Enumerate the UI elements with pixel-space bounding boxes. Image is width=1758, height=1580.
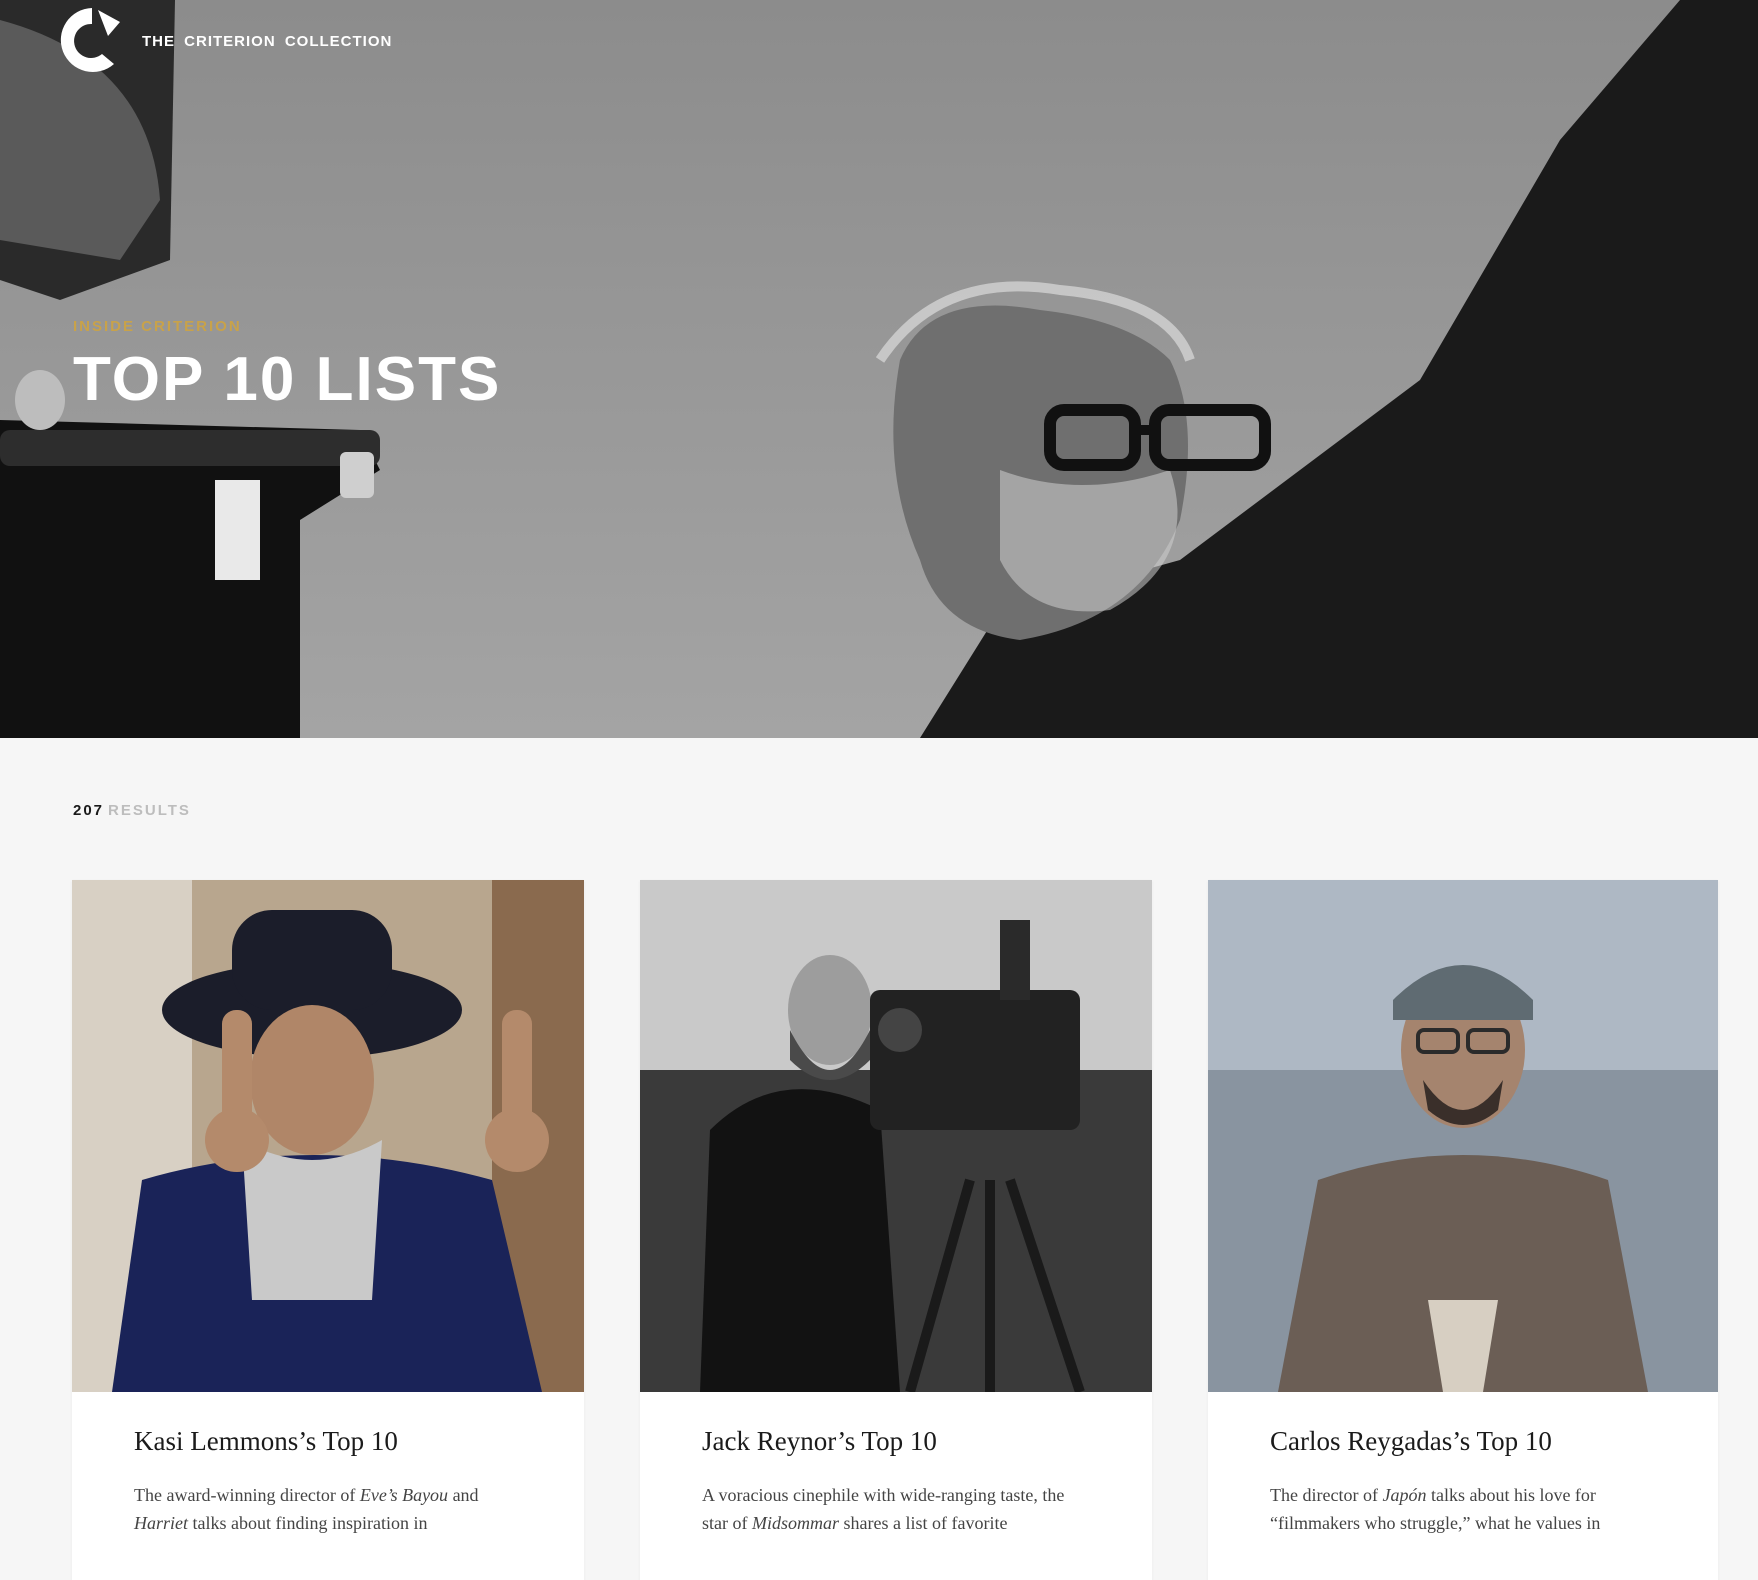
description-text: The director of (1270, 1485, 1383, 1505)
criterion-c-logo-icon (60, 8, 120, 72)
hero-text: INSIDE CRITERION TOP 10 LISTS (73, 318, 501, 411)
brand-logo-link[interactable]: THE CRITERION COLLECTION (54, 0, 392, 80)
page-title: TOP 10 LISTS (73, 345, 502, 414)
card-description: A voracious cinephile with wide-ranging … (702, 1481, 1090, 1537)
hero-eyebrow[interactable]: INSIDE CRITERION (73, 318, 501, 335)
film-title: Midsommar (751, 1513, 839, 1533)
film-title: Japón (1382, 1485, 1427, 1505)
portrait-image (72, 880, 584, 1392)
card-image[interactable] (72, 880, 584, 1392)
results-label: RESULTS (108, 802, 191, 819)
brand-name: THE CRITERION COLLECTION (142, 32, 393, 50)
portrait-image (1208, 880, 1718, 1392)
description-text: The award-winning director of (134, 1485, 360, 1505)
card-image[interactable] (1208, 880, 1718, 1392)
description-text: and (448, 1485, 479, 1505)
card-body: Jack Reynor’s Top 10 A voracious cinephi… (640, 1392, 1152, 1537)
card-body: Carlos Reygadas’s Top 10 The director of… (1208, 1392, 1718, 1537)
card-body: Kasi Lemmons’s Top 10 The award-winning … (72, 1392, 584, 1537)
description-text: shares a list of favorite (839, 1513, 1008, 1533)
hero-banner: THE CRITERION COLLECTION INSIDE CRITERIO… (0, 0, 1758, 738)
results-count: 207 RESULTS (73, 802, 191, 819)
film-title: Harriet (134, 1513, 188, 1533)
card-title[interactable]: Carlos Reygadas’s Top 10 (1270, 1426, 1656, 1457)
description-text: talks about finding inspiration in (188, 1513, 428, 1533)
list-card[interactable]: Carlos Reygadas’s Top 10 The director of… (1208, 880, 1718, 1580)
film-title: Eve’s Bayou (359, 1485, 449, 1505)
list-card[interactable]: Jack Reynor’s Top 10 A voracious cinephi… (640, 880, 1152, 1580)
card-title[interactable]: Kasi Lemmons’s Top 10 (134, 1426, 522, 1457)
list-card[interactable]: Kasi Lemmons’s Top 10 The award-winning … (72, 880, 584, 1580)
portrait-image (640, 880, 1152, 1392)
results-number: 207 (73, 802, 105, 819)
card-description: The award-winning director of Eve’s Bayo… (134, 1481, 522, 1537)
card-title[interactable]: Jack Reynor’s Top 10 (702, 1426, 1090, 1457)
card-image[interactable] (640, 880, 1152, 1392)
card-description: The director of Japón talks about his lo… (1270, 1481, 1656, 1537)
